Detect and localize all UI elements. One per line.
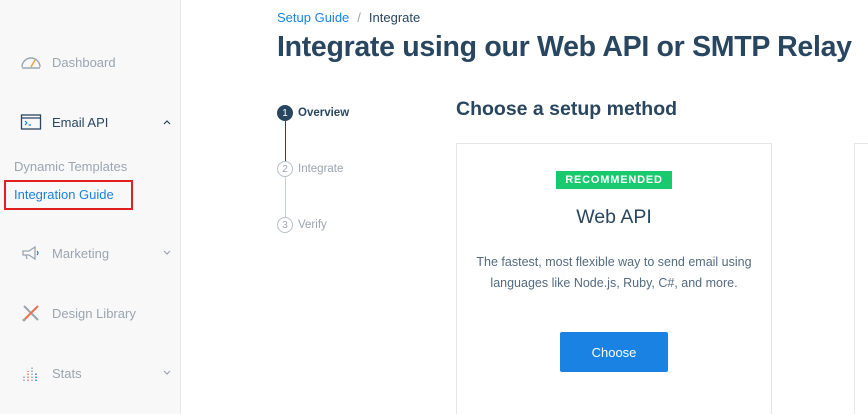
step-label: Integrate — [298, 163, 344, 175]
recommended-badge: RECOMMENDED — [556, 171, 672, 189]
step-label: Verify — [298, 219, 327, 231]
step-verify[interactable]: 3 Verify — [277, 217, 327, 233]
card-title: Web API — [576, 206, 652, 228]
nav-item-stats[interactable]: Stats — [0, 358, 180, 388]
breadcrumb-setup-guide-link[interactable]: Setup Guide — [277, 10, 349, 25]
section-title: Choose a setup method — [456, 98, 678, 120]
breadcrumb: Setup Guide / Integrate — [277, 10, 420, 25]
card-description: The fastest, most flexible way to send e… — [476, 255, 752, 290]
step-overview[interactable]: 1 Overview — [277, 105, 349, 121]
bar-chart-icon — [19, 362, 43, 384]
megaphone-icon — [19, 242, 43, 264]
page-title: Integrate using our Web API or SMTP Rela… — [277, 31, 852, 63]
step-connector — [285, 121, 286, 161]
step-number: 3 — [277, 217, 293, 233]
step-integrate[interactable]: 2 Integrate — [277, 161, 343, 177]
sidebar: Dashboard Email API Dynamic Templates In… — [0, 0, 181, 414]
design-tools-icon — [19, 302, 43, 324]
smtp-relay-card — [854, 143, 868, 414]
step-label: Overview — [298, 107, 350, 119]
nav-item-dashboard[interactable]: Dashboard — [0, 47, 180, 77]
breadcrumb-current: Integrate — [368, 10, 421, 25]
step-number: 1 — [277, 105, 293, 121]
nav-item-marketing[interactable]: Marketing — [0, 238, 180, 268]
nav-label-stats: Stats — [52, 365, 82, 381]
nav-item-email-api[interactable]: Email API — [0, 107, 180, 137]
gauge-icon — [19, 51, 43, 73]
chevron-down-icon[interactable] — [162, 248, 172, 258]
chevron-up-icon[interactable] — [162, 117, 172, 127]
breadcrumb-separator: / — [357, 10, 361, 25]
choose-button[interactable]: Choose — [560, 332, 668, 372]
terminal-icon — [19, 111, 43, 133]
step-number: 2 — [277, 161, 293, 177]
sidebar-subitem-dynamic-templates[interactable]: Dynamic Templates — [14, 159, 127, 174]
nav-item-design-library[interactable]: Design Library — [0, 298, 180, 328]
nav-label-marketing: Marketing — [52, 245, 110, 261]
highlight-box — [4, 180, 133, 210]
chevron-down-icon[interactable] — [162, 368, 172, 378]
nav-label-design-library: Design Library — [52, 305, 136, 321]
step-connector — [285, 177, 286, 217]
nav-label-email-api: Email API — [52, 114, 109, 130]
nav-label-dashboard: Dashboard — [52, 54, 116, 70]
